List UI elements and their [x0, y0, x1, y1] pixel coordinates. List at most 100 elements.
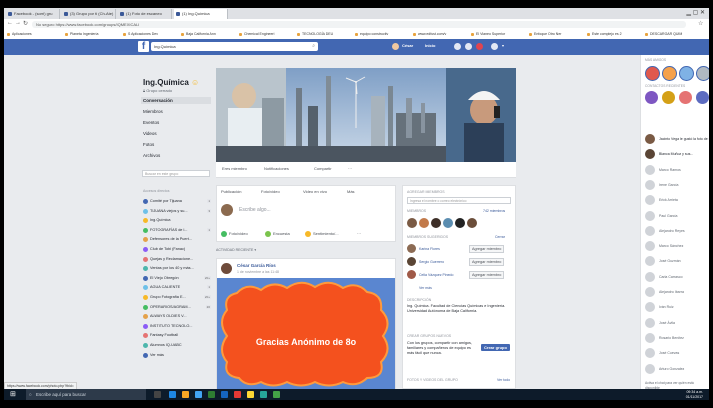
- bookmark-item[interactable]: TECNOLOGÍA DEU: [297, 30, 333, 39]
- chat-contact[interactable]: Alejandro Ibarra: [645, 286, 709, 298]
- tab-more[interactable]: Más: [347, 189, 355, 194]
- avatar[interactable]: [443, 218, 453, 228]
- notifications-button[interactable]: Notificaciones: [264, 166, 289, 171]
- group-nav-videos[interactable]: Videos: [143, 131, 209, 136]
- group-nav-members[interactable]: Miembros: [143, 109, 209, 114]
- bookmark-item[interactable]: equipo constructiv: [355, 30, 388, 39]
- help-icon[interactable]: [491, 43, 498, 50]
- joined-button[interactable]: Eres miembro: [222, 166, 247, 171]
- group-nav-events[interactable]: Eventos: [143, 120, 209, 125]
- back-arrow-icon[interactable]: ←: [7, 20, 13, 26]
- shortcut-item[interactable]: Club de Tobi (Fanac): [143, 245, 211, 253]
- shortcut-item[interactable]: FOTOGRAFÍAS de l... 1: [143, 226, 211, 234]
- url-field[interactable]: No seguro https://www.facebook.com/group…: [32, 21, 686, 28]
- notifications-icon[interactable]: [476, 43, 483, 50]
- edge-icon[interactable]: [169, 391, 176, 398]
- see-more-link[interactable]: Ver más: [419, 286, 432, 290]
- cover-photo[interactable]: [216, 68, 516, 162]
- create-group-button[interactable]: Crear grupo: [481, 344, 510, 351]
- chat-contact[interactable]: José Guzmán: [645, 255, 709, 267]
- shortcut-item[interactable]: Ver más: [143, 351, 211, 359]
- browser-tab[interactable]: (1) Foto de escaneo: [118, 9, 172, 19]
- chat-contact[interactable]: Rosario Benítez: [645, 332, 709, 344]
- avatar[interactable]: [407, 218, 417, 228]
- shortcut-item[interactable]: Comité por Tijuana 1: [143, 197, 211, 205]
- excel-icon[interactable]: [208, 391, 215, 398]
- post-author[interactable]: César García Ríos: [237, 263, 276, 268]
- members-count[interactable]: 742 miembros: [483, 209, 505, 213]
- chat-contact[interactable]: Alejandro Reyes: [645, 225, 709, 237]
- shortcut-item[interactable]: El Viejo Obregón 20+: [143, 274, 211, 282]
- bookmark-item[interactable]: Aplicaciones: [7, 30, 32, 39]
- bookmark-item[interactable]: El Vianeo Superior: [471, 30, 505, 39]
- chat-contact[interactable]: Marco Ramos: [645, 164, 709, 176]
- bookmark-item[interactable]: DESCARGAR QUIM: [645, 30, 682, 39]
- avatar[interactable]: [431, 218, 441, 228]
- avatar[interactable]: [392, 43, 399, 50]
- bookmark-item[interactable]: S Aplicaciones Dev: [123, 30, 158, 39]
- word-icon[interactable]: [221, 391, 228, 398]
- shortcut-item[interactable]: Grupo Fotografía E... 20+: [143, 293, 211, 301]
- see-all-link[interactable]: Ver todo: [497, 378, 510, 382]
- avatar[interactable]: [407, 257, 416, 266]
- avatar[interactable]: [455, 218, 465, 228]
- chat-contact[interactable]: Erick Arrieta: [645, 194, 709, 206]
- tab-live-video[interactable]: Video en vivo: [303, 189, 327, 194]
- avatar[interactable]: [679, 91, 692, 104]
- file-explorer-icon[interactable]: [182, 391, 189, 398]
- chrome-icon[interactable]: [247, 391, 254, 398]
- facebook-logo[interactable]: f: [138, 41, 149, 52]
- suggested-name[interactable]: Celia Vázquez Pinedo: [419, 273, 463, 277]
- suggested-close[interactable]: Cerrar: [495, 235, 505, 239]
- group-nav-photos[interactable]: Fotos: [143, 142, 209, 147]
- chat-contact[interactable]: Irene García: [645, 179, 709, 191]
- bookmark-item[interactable]: www.edfust.com/v: [413, 30, 446, 39]
- shortcut-item[interactable]: Defensores de la Puert...: [143, 235, 211, 243]
- group-title[interactable]: Ing.Química ☺: [143, 78, 199, 87]
- reload-icon[interactable]: ↻: [23, 20, 28, 27]
- chat-contact[interactable]: Jacinto Vega le gustó la foto de Sergio …: [645, 133, 709, 145]
- star-icon[interactable]: ☆: [698, 20, 703, 27]
- chat-contact[interactable]: José Cuevas: [645, 347, 709, 359]
- avatar[interactable]: [467, 218, 477, 228]
- forward-arrow-icon[interactable]: →: [15, 20, 21, 26]
- nav-home[interactable]: Inicio: [425, 43, 435, 48]
- browser-tab[interactable]: (3) Grupo por ti (Ch-Ate): [62, 9, 116, 19]
- messages-icon[interactable]: [465, 43, 472, 50]
- window-controls[interactable]: ▁ ▢ ✕: [686, 9, 705, 16]
- shortcut-item[interactable]: Ventas por los 40 y más...: [143, 264, 211, 272]
- post-image[interactable]: [217, 278, 395, 389]
- avatar[interactable]: [645, 91, 658, 104]
- app-icon[interactable]: [260, 391, 267, 398]
- friends-icon[interactable]: [454, 43, 461, 50]
- shortcut-item[interactable]: Fantasy Football: [143, 331, 211, 339]
- avatar[interactable]: [221, 263, 232, 274]
- task-view-icon[interactable]: [154, 391, 161, 398]
- search-icon[interactable]: ⌕: [312, 42, 315, 51]
- tab-post[interactable]: Publicación: [221, 189, 241, 194]
- more-options[interactable]: ···: [357, 231, 361, 236]
- chat-contact[interactable]: Blanca Muñoz y sus...: [645, 148, 709, 160]
- poll-option[interactable]: Encuesta: [265, 231, 290, 237]
- more-options-button[interactable]: ···: [348, 166, 352, 171]
- tab-photo-video[interactable]: Foto/video: [261, 189, 280, 194]
- post-time[interactable]: 1 de noviembre a las 11:48: [237, 270, 279, 274]
- search-input[interactable]: Ing.Química ⌕: [151, 42, 318, 51]
- story-avatar[interactable]: [679, 66, 694, 81]
- bookmark-item[interactable]: Enfoque Otro Ner: [529, 30, 561, 39]
- add-member-button[interactable]: Agregar miembro: [469, 271, 505, 279]
- group-nav-files[interactable]: Archivos: [143, 153, 209, 158]
- chat-contact[interactable]: Arturo Gonzalez: [645, 363, 709, 375]
- taskbar-search-input[interactable]: ○ Escribe aquí para buscar: [26, 389, 146, 400]
- suggested-name[interactable]: Sergio Guerrero: [419, 260, 444, 264]
- chat-contact[interactable]: José Ávila: [645, 317, 709, 329]
- composer-input[interactable]: Escribe algo...: [239, 207, 271, 213]
- avatar[interactable]: [662, 91, 675, 104]
- group-search-input[interactable]: Buscar en este grupo: [142, 170, 210, 177]
- bookmark-item[interactable]: Planeta Ingeniería: [65, 30, 98, 39]
- avatar[interactable]: [407, 244, 416, 253]
- chat-contact[interactable]: Paul García: [645, 210, 709, 222]
- chat-contact[interactable]: Marco Sánchez: [645, 240, 709, 252]
- add-member-button[interactable]: Agregar miembro: [469, 245, 505, 253]
- bookmark-item[interactable]: Este complejo es 2: [587, 30, 622, 39]
